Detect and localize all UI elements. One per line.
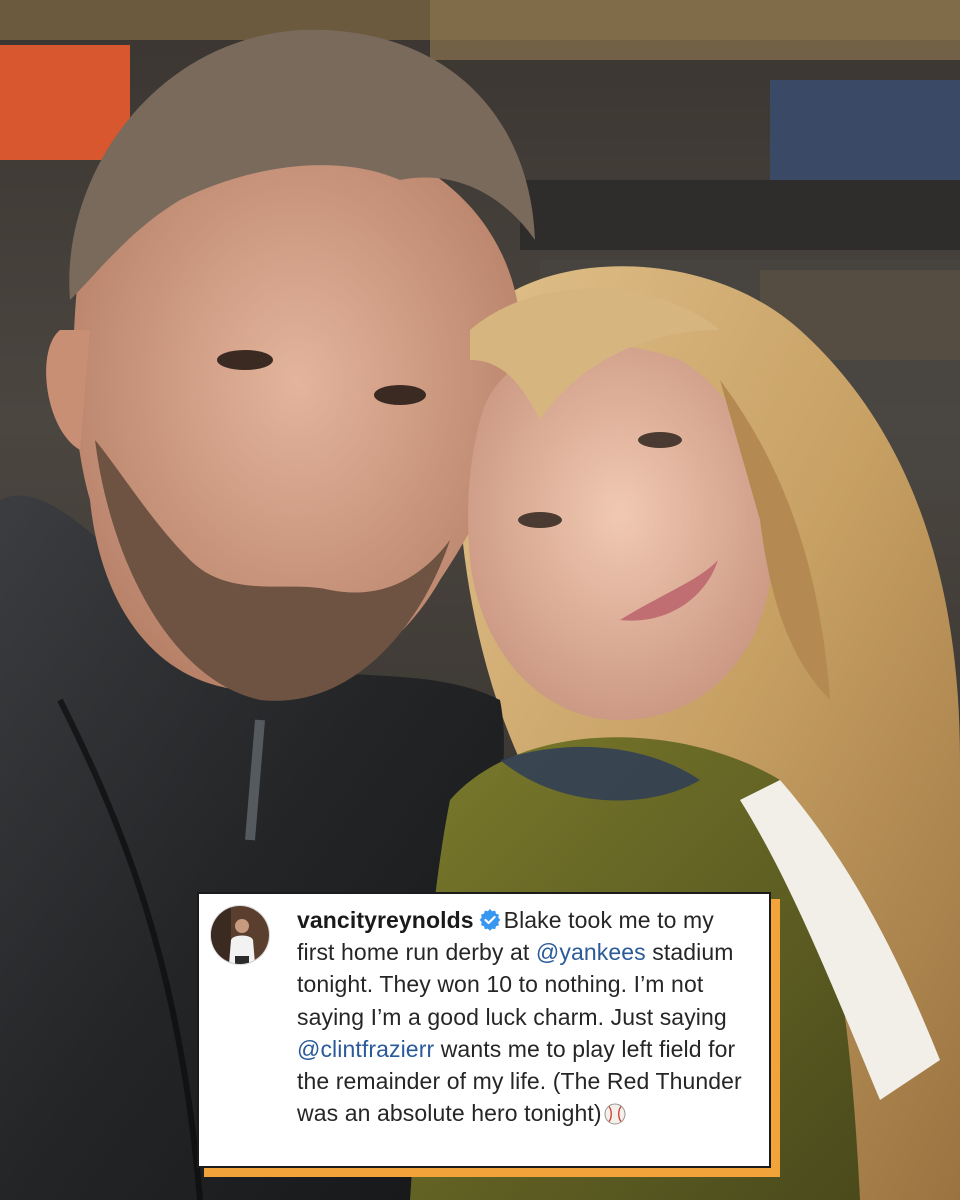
baseball-icon xyxy=(604,1101,626,1125)
mention-yankees-link[interactable]: @yankees xyxy=(536,939,646,965)
profile-avatar[interactable] xyxy=(211,906,269,964)
username-link[interactable]: vancityreynolds xyxy=(297,907,474,933)
mention-clintfrazierr-link[interactable]: @clintfrazierr xyxy=(297,1036,434,1062)
verified-badge-icon xyxy=(479,907,501,931)
caption-card: vancityreynolds Blake took me to my first… xyxy=(197,892,771,1168)
post-caption: vancityreynolds Blake took me to my first… xyxy=(297,904,752,1129)
